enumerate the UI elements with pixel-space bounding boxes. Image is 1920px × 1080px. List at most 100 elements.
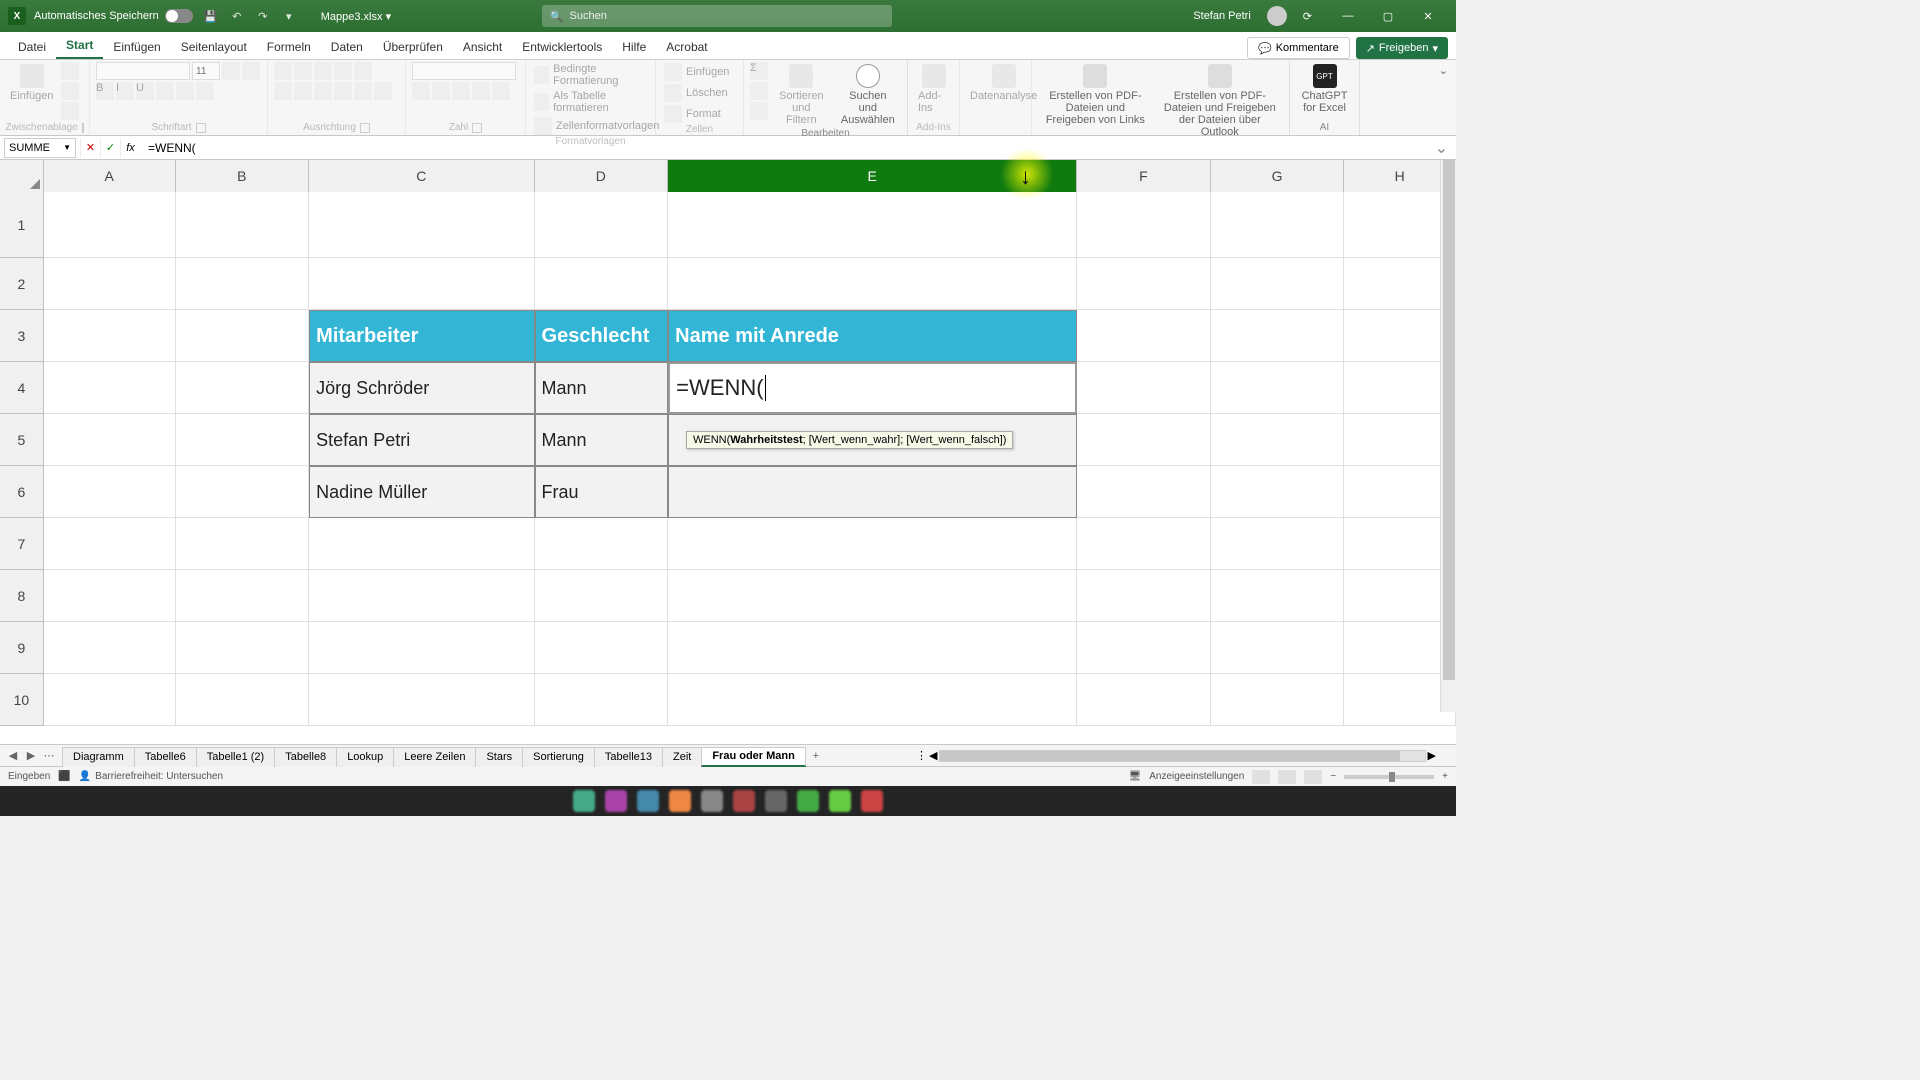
cell[interactable]: [1211, 674, 1345, 726]
cell[interactable]: [44, 414, 176, 466]
row-header[interactable]: 4: [0, 362, 44, 414]
align-left-icon[interactable]: [274, 82, 292, 100]
cell[interactable]: [176, 258, 310, 310]
tab-start[interactable]: Start: [56, 32, 103, 59]
insert-function-icon[interactable]: fx: [120, 138, 140, 158]
row-header[interactable]: 6: [0, 466, 44, 518]
cell-d6[interactable]: Frau: [535, 466, 669, 518]
number-launcher-icon[interactable]: [472, 123, 482, 133]
cell[interactable]: [309, 674, 534, 726]
avatar[interactable]: [1267, 6, 1287, 26]
zoom-slider[interactable]: [1344, 775, 1434, 779]
sort-filter-button[interactable]: Sortieren und Filtern: [772, 62, 831, 128]
macro-record-icon[interactable]: ⬛: [58, 771, 70, 782]
cell[interactable]: [44, 258, 176, 310]
cell[interactable]: [1077, 310, 1211, 362]
autosave-toggle[interactable]: [165, 9, 193, 23]
tab-einfuegen[interactable]: Einfügen: [103, 34, 170, 59]
cell[interactable]: [1077, 258, 1211, 310]
col-header-b[interactable]: B: [176, 160, 310, 192]
cell[interactable]: [309, 570, 534, 622]
align-launcher-icon[interactable]: [360, 123, 370, 133]
select-all-button[interactable]: [0, 160, 44, 192]
bold-icon[interactable]: B: [96, 82, 114, 100]
formula-input[interactable]: [144, 138, 1427, 158]
add-sheet-button[interactable]: +: [805, 750, 827, 762]
function-tooltip[interactable]: WENN(Wahrheitstest; [Wert_wenn_wahr]; [W…: [686, 431, 1013, 449]
task-icon[interactable]: [861, 790, 883, 812]
cell[interactable]: [1077, 192, 1211, 258]
wrap-text-icon[interactable]: [354, 62, 372, 80]
zoom-out-icon[interactable]: −: [1330, 771, 1336, 782]
chatgpt-button[interactable]: GPTChatGPT for Excel: [1296, 62, 1353, 116]
col-header-a[interactable]: A: [44, 160, 176, 192]
decrease-font-icon[interactable]: [242, 62, 260, 80]
horizontal-scrollbar[interactable]: ⋮ ◀ ▶: [916, 749, 1456, 763]
name-box[interactable]: SUMME▼: [4, 138, 76, 158]
merge-icon[interactable]: [374, 82, 392, 100]
number-format-input[interactable]: [412, 62, 516, 80]
row-header[interactable]: 2: [0, 258, 44, 310]
cell[interactable]: [309, 518, 534, 570]
clipboard-launcher-icon[interactable]: [82, 123, 84, 133]
tab-hilfe[interactable]: Hilfe: [612, 34, 656, 59]
align-bottom-icon[interactable]: [314, 62, 332, 80]
sheet-tab[interactable]: Tabelle8: [274, 747, 337, 767]
cell[interactable]: [1077, 570, 1211, 622]
sheet-tab[interactable]: Tabelle1 (2): [196, 747, 275, 767]
cell[interactable]: [176, 414, 310, 466]
save-icon[interactable]: 💾: [203, 8, 219, 24]
cell[interactable]: [1077, 466, 1211, 518]
status-accessibility[interactable]: Barrierefreiheit: Untersuchen: [95, 771, 223, 782]
zoom-in-icon[interactable]: +: [1442, 771, 1448, 782]
view-page-icon[interactable]: [1278, 770, 1296, 784]
scroll-left-icon[interactable]: ◀: [929, 749, 937, 762]
table-header-mitarbeiter[interactable]: Mitarbeiter: [309, 310, 534, 362]
scroll-separator-icon[interactable]: ⋮: [916, 749, 927, 762]
paste-button[interactable]: Einfügen: [6, 62, 57, 104]
cell[interactable]: [1077, 518, 1211, 570]
task-icon[interactable]: [765, 790, 787, 812]
cell[interactable]: [1211, 622, 1345, 674]
col-header-g[interactable]: G: [1211, 160, 1345, 192]
row-header[interactable]: 1: [0, 192, 44, 258]
cell[interactable]: [1211, 310, 1345, 362]
redo-icon[interactable]: ↷: [255, 8, 271, 24]
cell[interactable]: [1077, 362, 1211, 414]
row-header[interactable]: 3: [0, 310, 44, 362]
cell[interactable]: [668, 622, 1077, 674]
cell-c6[interactable]: Nadine Müller: [309, 466, 534, 518]
row-header[interactable]: 8: [0, 570, 44, 622]
formula-cancel-icon[interactable]: ✕: [80, 138, 100, 158]
indent-inc-icon[interactable]: [354, 82, 372, 100]
task-icon[interactable]: [669, 790, 691, 812]
task-icon[interactable]: [797, 790, 819, 812]
autosave[interactable]: Automatisches Speichern: [34, 9, 193, 23]
font-name-input[interactable]: [96, 62, 190, 80]
cell[interactable]: [309, 622, 534, 674]
cell[interactable]: [44, 622, 176, 674]
cell-d4[interactable]: Mann: [535, 362, 669, 414]
cut-icon[interactable]: [61, 62, 79, 80]
tab-ansicht[interactable]: Ansicht: [453, 34, 512, 59]
sheet-prev-icon[interactable]: ◀: [6, 749, 20, 763]
sheet-tab[interactable]: Leere Zeilen: [393, 747, 476, 767]
currency-icon[interactable]: [412, 82, 430, 100]
cell[interactable]: [535, 674, 669, 726]
share-button[interactable]: ↗ Freigeben ▾: [1356, 37, 1448, 59]
sheet-tab[interactable]: Stars: [475, 747, 523, 767]
conditional-format-button[interactable]: Bedingte Formatierung: [532, 62, 649, 88]
cell[interactable]: [44, 518, 176, 570]
cell[interactable]: [176, 466, 310, 518]
scrollbar-thumb[interactable]: [1443, 160, 1455, 680]
cell[interactable]: [176, 622, 310, 674]
tab-entwicklertools[interactable]: Entwicklertools: [512, 34, 612, 59]
cell[interactable]: [535, 622, 669, 674]
cell[interactable]: [44, 362, 176, 414]
find-select-button[interactable]: Suchen und Auswählen: [835, 62, 901, 128]
cell[interactable]: [1211, 414, 1345, 466]
task-icon[interactable]: [701, 790, 723, 812]
undo-icon[interactable]: ↶: [229, 8, 245, 24]
scroll-right-icon[interactable]: ▶: [1428, 749, 1436, 762]
underline-icon[interactable]: U: [136, 82, 154, 100]
